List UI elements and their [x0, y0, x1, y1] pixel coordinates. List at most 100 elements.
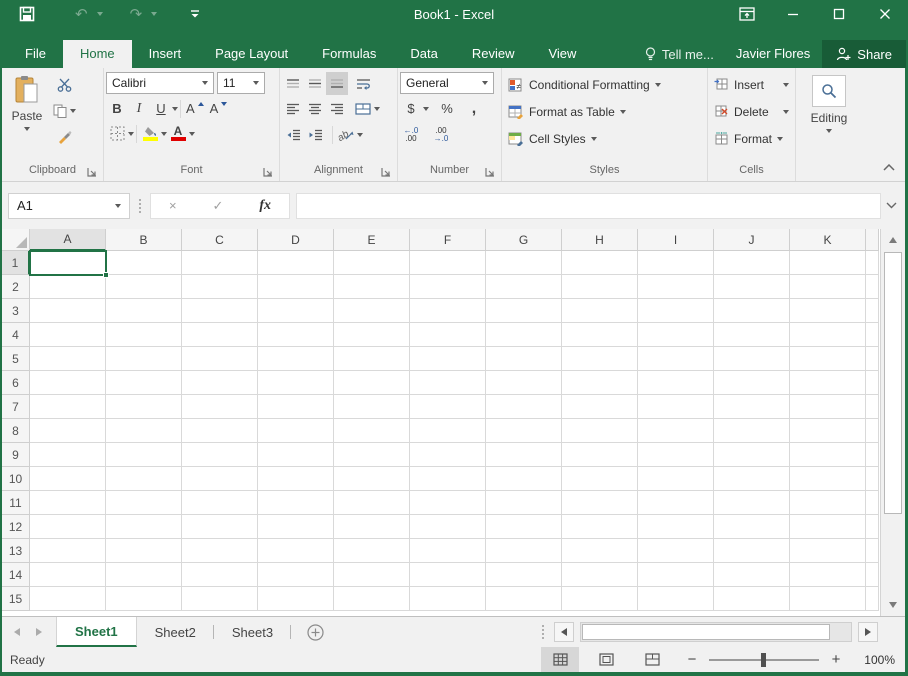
cell-F5[interactable]: [410, 347, 486, 371]
comma-style-button[interactable]: ,: [463, 97, 485, 120]
copy-button[interactable]: [50, 99, 79, 122]
align-top-button[interactable]: [282, 72, 304, 95]
cell-I7[interactable]: [638, 395, 714, 419]
cell-H14[interactable]: [562, 563, 638, 587]
cell-E13[interactable]: [334, 539, 410, 563]
cell-H7[interactable]: [562, 395, 638, 419]
cell-G1[interactable]: [486, 251, 562, 275]
increase-font-button[interactable]: A: [183, 97, 207, 120]
cell-C4[interactable]: [182, 323, 258, 347]
cell-H10[interactable]: [562, 467, 638, 491]
cell-C12[interactable]: [182, 515, 258, 539]
cell-B7[interactable]: [106, 395, 182, 419]
undo-button[interactable]: ↶: [70, 3, 93, 25]
percent-button[interactable]: %: [436, 97, 458, 120]
tab-formulas[interactable]: Formulas: [305, 40, 393, 68]
cell-E5[interactable]: [334, 347, 410, 371]
cell-F2[interactable]: [410, 275, 486, 299]
cell-J6[interactable]: [714, 371, 790, 395]
cell-B11[interactable]: [106, 491, 182, 515]
cell-I10[interactable]: [638, 467, 714, 491]
cell-H11[interactable]: [562, 491, 638, 515]
page-layout-view-button[interactable]: [587, 647, 625, 672]
tab-review[interactable]: Review: [455, 40, 532, 68]
cell-B2[interactable]: [106, 275, 182, 299]
font-family-combo[interactable]: Calibri: [106, 72, 214, 94]
row-header-1[interactable]: 1: [2, 251, 30, 275]
column-header-E[interactable]: E: [334, 229, 410, 251]
cell-A15[interactable]: [30, 587, 106, 611]
cell-H6[interactable]: [562, 371, 638, 395]
cell-J12[interactable]: [714, 515, 790, 539]
cell-H5[interactable]: [562, 347, 638, 371]
column-header-D[interactable]: D: [258, 229, 334, 251]
cell-C6[interactable]: [182, 371, 258, 395]
cell-F8[interactable]: [410, 419, 486, 443]
zoom-percentage[interactable]: 100%: [853, 653, 895, 667]
cell-A14[interactable]: [30, 563, 106, 587]
cell-K8[interactable]: [790, 419, 866, 443]
previous-sheet-button[interactable]: [14, 628, 20, 636]
align-middle-button[interactable]: [304, 72, 326, 95]
format-cells-button[interactable]: Format: [710, 125, 793, 152]
cell-I15[interactable]: [638, 587, 714, 611]
wrap-text-button[interactable]: [352, 72, 374, 95]
column-header-J[interactable]: J: [714, 229, 790, 251]
align-center-button[interactable]: [304, 97, 326, 120]
cell-C2[interactable]: [182, 275, 258, 299]
cell-F7[interactable]: [410, 395, 486, 419]
cell-K15[interactable]: [790, 587, 866, 611]
row-header-6[interactable]: 6: [2, 371, 30, 395]
column-header-C[interactable]: C: [182, 229, 258, 251]
insert-cells-button[interactable]: Insert: [710, 71, 793, 98]
cell-styles-button[interactable]: Cell Styles: [504, 125, 705, 152]
cell-B5[interactable]: [106, 347, 182, 371]
cell-I4[interactable]: [638, 323, 714, 347]
cell-G8[interactable]: [486, 419, 562, 443]
formula-bar-resize-handle[interactable]: [136, 199, 144, 213]
alignment-dialog-launcher[interactable]: [381, 167, 392, 178]
borders-dropdown[interactable]: [128, 132, 134, 136]
tab-insert[interactable]: Insert: [132, 40, 199, 68]
cell-G10[interactable]: [486, 467, 562, 491]
cell-G14[interactable]: [486, 563, 562, 587]
underline-button[interactable]: U: [150, 97, 172, 120]
horizontal-scrollbar[interactable]: [580, 622, 852, 642]
zoom-in-button[interactable]: +: [829, 651, 843, 668]
cell-D9[interactable]: [258, 443, 334, 467]
row-header-13[interactable]: 13: [2, 539, 30, 563]
cell-K9[interactable]: [790, 443, 866, 467]
number-dialog-launcher[interactable]: [485, 167, 496, 178]
cell-D7[interactable]: [258, 395, 334, 419]
cell-H15[interactable]: [562, 587, 638, 611]
cell-J9[interactable]: [714, 443, 790, 467]
cell-A7[interactable]: [30, 395, 106, 419]
row-header-3[interactable]: 3: [2, 299, 30, 323]
scroll-right-button[interactable]: [858, 622, 878, 642]
align-bottom-button[interactable]: [326, 72, 348, 95]
row-header-12[interactable]: 12: [2, 515, 30, 539]
formula-input[interactable]: [296, 193, 881, 219]
font-color-button[interactable]: A: [167, 122, 189, 145]
cell-D1[interactable]: [258, 251, 334, 275]
expand-formula-bar-button[interactable]: [886, 202, 897, 209]
cell-D6[interactable]: [258, 371, 334, 395]
font-color-dropdown[interactable]: [189, 132, 195, 136]
cell-B6[interactable]: [106, 371, 182, 395]
cell-E11[interactable]: [334, 491, 410, 515]
cell-J15[interactable]: [714, 587, 790, 611]
tab-page-layout[interactable]: Page Layout: [198, 40, 305, 68]
scroll-left-button[interactable]: [554, 622, 574, 642]
cell-K14[interactable]: [790, 563, 866, 587]
cell-J4[interactable]: [714, 323, 790, 347]
cell-A5[interactable]: [30, 347, 106, 371]
maximize-button[interactable]: [816, 0, 862, 28]
tab-file[interactable]: File: [8, 40, 63, 68]
cell-A11[interactable]: [30, 491, 106, 515]
cell-C5[interactable]: [182, 347, 258, 371]
cell-I3[interactable]: [638, 299, 714, 323]
align-right-button[interactable]: [326, 97, 348, 120]
row-header-14[interactable]: 14: [2, 563, 30, 587]
sheet-tab-sheet3[interactable]: Sheet3: [214, 617, 291, 647]
vertical-scrollbar-thumb[interactable]: [884, 252, 902, 514]
